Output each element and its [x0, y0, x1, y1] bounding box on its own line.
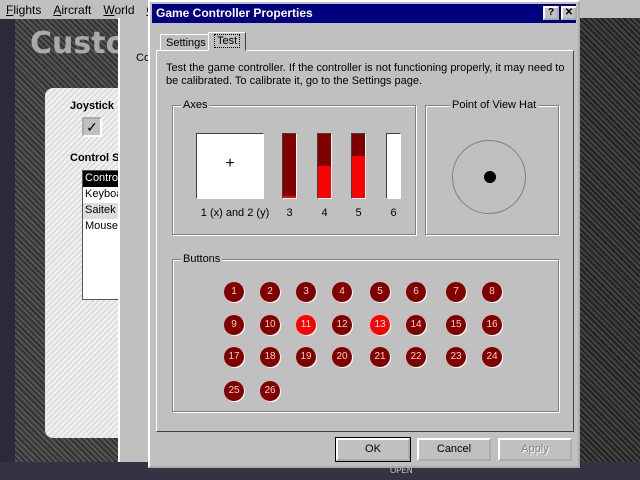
controller-button-6: 6 — [406, 282, 426, 302]
game-controller-dialog: Game Controller Properties ? ✕ Settings … — [148, 0, 580, 468]
axis-label: 3 — [286, 207, 293, 219]
controller-button-20: 20 — [332, 347, 352, 367]
menu-flights[interactable]: Flights — [6, 3, 41, 17]
controller-button-22: 22 — [406, 347, 426, 367]
controller-button-16: 16 — [482, 315, 502, 335]
controller-button-24: 24 — [482, 347, 502, 367]
pov-label: Point of View Hat — [450, 99, 539, 111]
xy-axis-label: 1 (x) and 2 (y) — [200, 207, 270, 219]
controller-button-14: 14 — [406, 315, 426, 335]
axis-bar-5 — [351, 133, 366, 199]
dialog-title: Game Controller Properties — [152, 4, 576, 23]
controller-button-19: 19 — [296, 347, 316, 367]
axis-label: 6 — [390, 207, 397, 219]
tab-settings[interactable]: Settings — [160, 34, 212, 51]
controller-button-21: 21 — [370, 347, 390, 367]
help-button[interactable]: ? — [543, 6, 559, 20]
controller-button-9: 9 — [224, 315, 244, 335]
controller-button-2: 2 — [260, 282, 280, 302]
tab-test-label: Test — [214, 34, 241, 48]
instructions-text: Test the game controller. If the control… — [166, 62, 565, 87]
pov-indicator — [484, 171, 496, 183]
axis-label: 5 — [355, 207, 362, 219]
axis-bar-fill — [283, 196, 296, 198]
joystick-checkbox[interactable]: ✓ — [82, 117, 102, 137]
background-right-panel — [580, 18, 640, 462]
controller-button-4: 4 — [332, 282, 352, 302]
controller-button-7: 7 — [446, 282, 466, 302]
controller-button-15: 15 — [446, 315, 466, 335]
axis-bar-4 — [317, 133, 332, 199]
controller-button-3: 3 — [296, 282, 316, 302]
close-button[interactable]: ✕ — [561, 6, 577, 20]
tab-test[interactable]: Test — [208, 32, 247, 51]
controller-button-10: 10 — [260, 315, 280, 335]
menu-world[interactable]: World — [103, 3, 134, 17]
controller-button-12: 12 — [332, 315, 352, 335]
cancel-button[interactable]: Cancel — [417, 438, 491, 461]
control-label: Control S — [70, 152, 120, 164]
xy-axis-display: + — [196, 133, 264, 199]
apply-button[interactable]: Apply — [498, 438, 572, 461]
axis-bar-6 — [386, 133, 401, 199]
axis-bar-3 — [282, 133, 297, 199]
controller-button-5: 5 — [370, 282, 390, 302]
menu-aircraft[interactable]: Aircraft — [53, 3, 91, 17]
controller-button-17: 17 — [224, 347, 244, 367]
joystick-label: Joystick — [70, 100, 115, 112]
axes-label: Axes — [181, 99, 210, 111]
controller-button-18: 18 — [260, 347, 280, 367]
controller-button-23: 23 — [446, 347, 466, 367]
buttons-label: Buttons — [181, 253, 223, 265]
controller-button-8: 8 — [482, 282, 502, 302]
axis-bar-fill — [318, 166, 331, 198]
controller-button-1: 1 — [224, 282, 244, 302]
ok-button[interactable]: OK — [335, 437, 411, 462]
axis-label: 4 — [321, 207, 328, 219]
controller-button-26: 26 — [260, 381, 280, 401]
background-title: Custo — [30, 26, 127, 61]
controller-button-25: 25 — [224, 381, 244, 401]
controller-button-13: 13 — [370, 315, 390, 335]
controller-button-11: 11 — [296, 315, 316, 335]
axis-bar-fill — [352, 156, 365, 198]
